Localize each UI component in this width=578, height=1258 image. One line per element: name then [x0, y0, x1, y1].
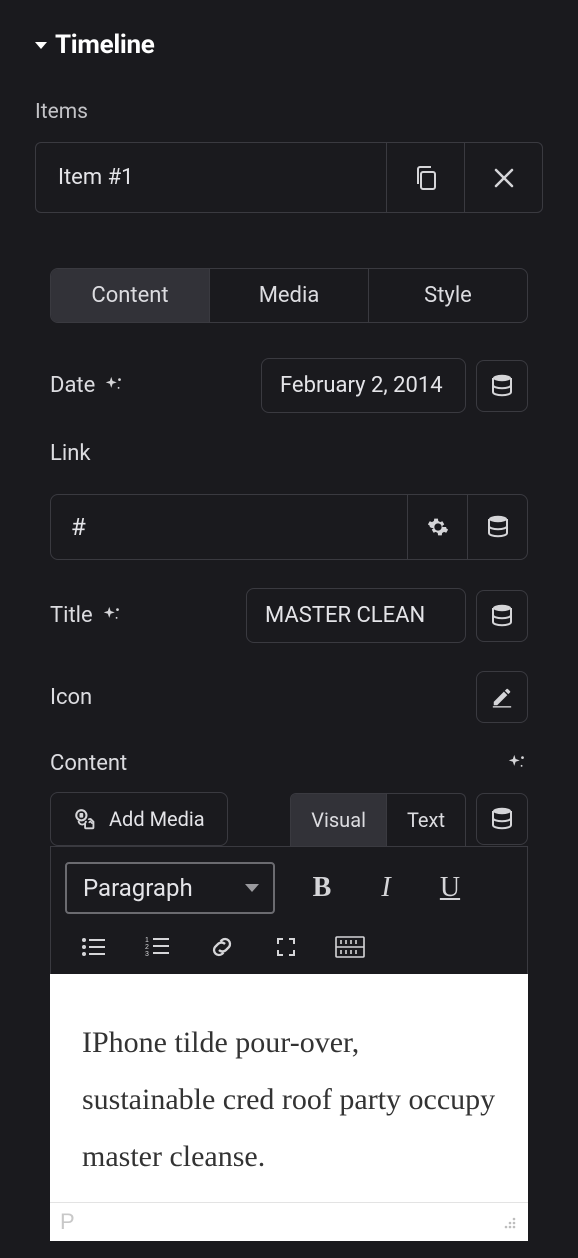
date-input[interactable]: February 2, 2014: [261, 358, 466, 413]
editor-mode-tabs: Visual Text: [290, 793, 466, 846]
section-header[interactable]: Timeline: [35, 30, 543, 60]
title-label: Title: [50, 603, 123, 628]
dynamic-tags-button[interactable]: [476, 360, 528, 412]
expand-icon: [274, 935, 298, 959]
italic-button[interactable]: I: [369, 872, 403, 904]
database-icon: [487, 515, 509, 539]
item-title[interactable]: Item #1: [36, 143, 386, 212]
section-title: Timeline: [55, 30, 155, 60]
items-label: Items: [35, 100, 543, 124]
media-icon: [73, 807, 99, 831]
svg-text:1: 1: [145, 937, 149, 944]
link-button[interactable]: [207, 932, 237, 962]
link-options-button[interactable]: [407, 495, 467, 559]
duplicate-button[interactable]: [386, 143, 464, 212]
tab-media[interactable]: Media: [209, 269, 368, 322]
tab-style[interactable]: Style: [368, 269, 527, 322]
tab-text[interactable]: Text: [386, 794, 465, 846]
database-icon: [491, 374, 513, 398]
editor-status-bar: P: [50, 1202, 528, 1241]
content-dynamic-button[interactable]: [476, 793, 528, 845]
element-path[interactable]: P: [60, 1209, 75, 1235]
editor-toolbar: Paragraph B I U 123: [50, 846, 528, 974]
copy-icon: [414, 165, 438, 191]
keyboard-icon: [335, 936, 365, 958]
close-icon: [493, 167, 515, 189]
editor-body[interactable]: IPhone tilde pour-over, sustainable cred…: [50, 974, 528, 1202]
resize-handle[interactable]: [500, 1213, 518, 1231]
underline-button[interactable]: U: [433, 872, 467, 904]
content-label-row: Content: [50, 751, 528, 776]
tab-visual[interactable]: Visual: [291, 794, 386, 846]
numbered-list-button[interactable]: 123: [143, 932, 173, 962]
edit-icon-button[interactable]: [476, 671, 528, 723]
link-input[interactable]: [51, 495, 407, 559]
ai-sparkle-icon[interactable]: [506, 753, 528, 775]
item-tabs: Content Media Style: [50, 268, 528, 323]
tab-content[interactable]: Content: [51, 269, 209, 322]
date-row: Date February 2, 2014: [50, 358, 528, 413]
link-field: [50, 494, 528, 560]
svg-text:2: 2: [145, 944, 149, 951]
link-icon: [209, 934, 235, 960]
list-ul-icon: [81, 936, 107, 958]
title-dynamic-button[interactable]: [476, 590, 528, 642]
gear-icon: [427, 516, 449, 538]
caret-down-icon: [35, 42, 47, 49]
svg-text:3: 3: [145, 951, 149, 958]
link-dynamic-button[interactable]: [467, 495, 527, 559]
fullscreen-button[interactable]: [271, 932, 301, 962]
title-row: Title MASTER CLEAN: [50, 588, 528, 643]
add-media-button[interactable]: Add Media: [50, 792, 228, 846]
bold-button[interactable]: B: [305, 872, 339, 904]
format-select[interactable]: Paragraph: [65, 862, 275, 914]
link-label: Link: [50, 441, 91, 466]
link-label-row: Link: [50, 441, 528, 466]
icon-label: Icon: [50, 685, 92, 710]
content-label: Content: [50, 751, 127, 776]
database-icon: [491, 807, 513, 831]
pencil-icon: [491, 686, 513, 708]
bullet-list-button[interactable]: [79, 932, 109, 962]
database-icon: [491, 604, 513, 628]
editor-top-row: Add Media Visual Text: [50, 792, 528, 846]
resize-icon: [500, 1213, 518, 1231]
title-input[interactable]: MASTER CLEAN: [246, 588, 466, 643]
date-label: Date: [50, 373, 125, 398]
ai-sparkle-icon[interactable]: [103, 375, 125, 397]
item-header: Item #1: [35, 142, 543, 213]
remove-button[interactable]: [464, 143, 542, 212]
toolbar-toggle-button[interactable]: [335, 932, 365, 962]
list-ol-icon: 123: [145, 936, 171, 958]
ai-sparkle-icon[interactable]: [101, 605, 123, 627]
icon-row: Icon: [50, 671, 528, 723]
